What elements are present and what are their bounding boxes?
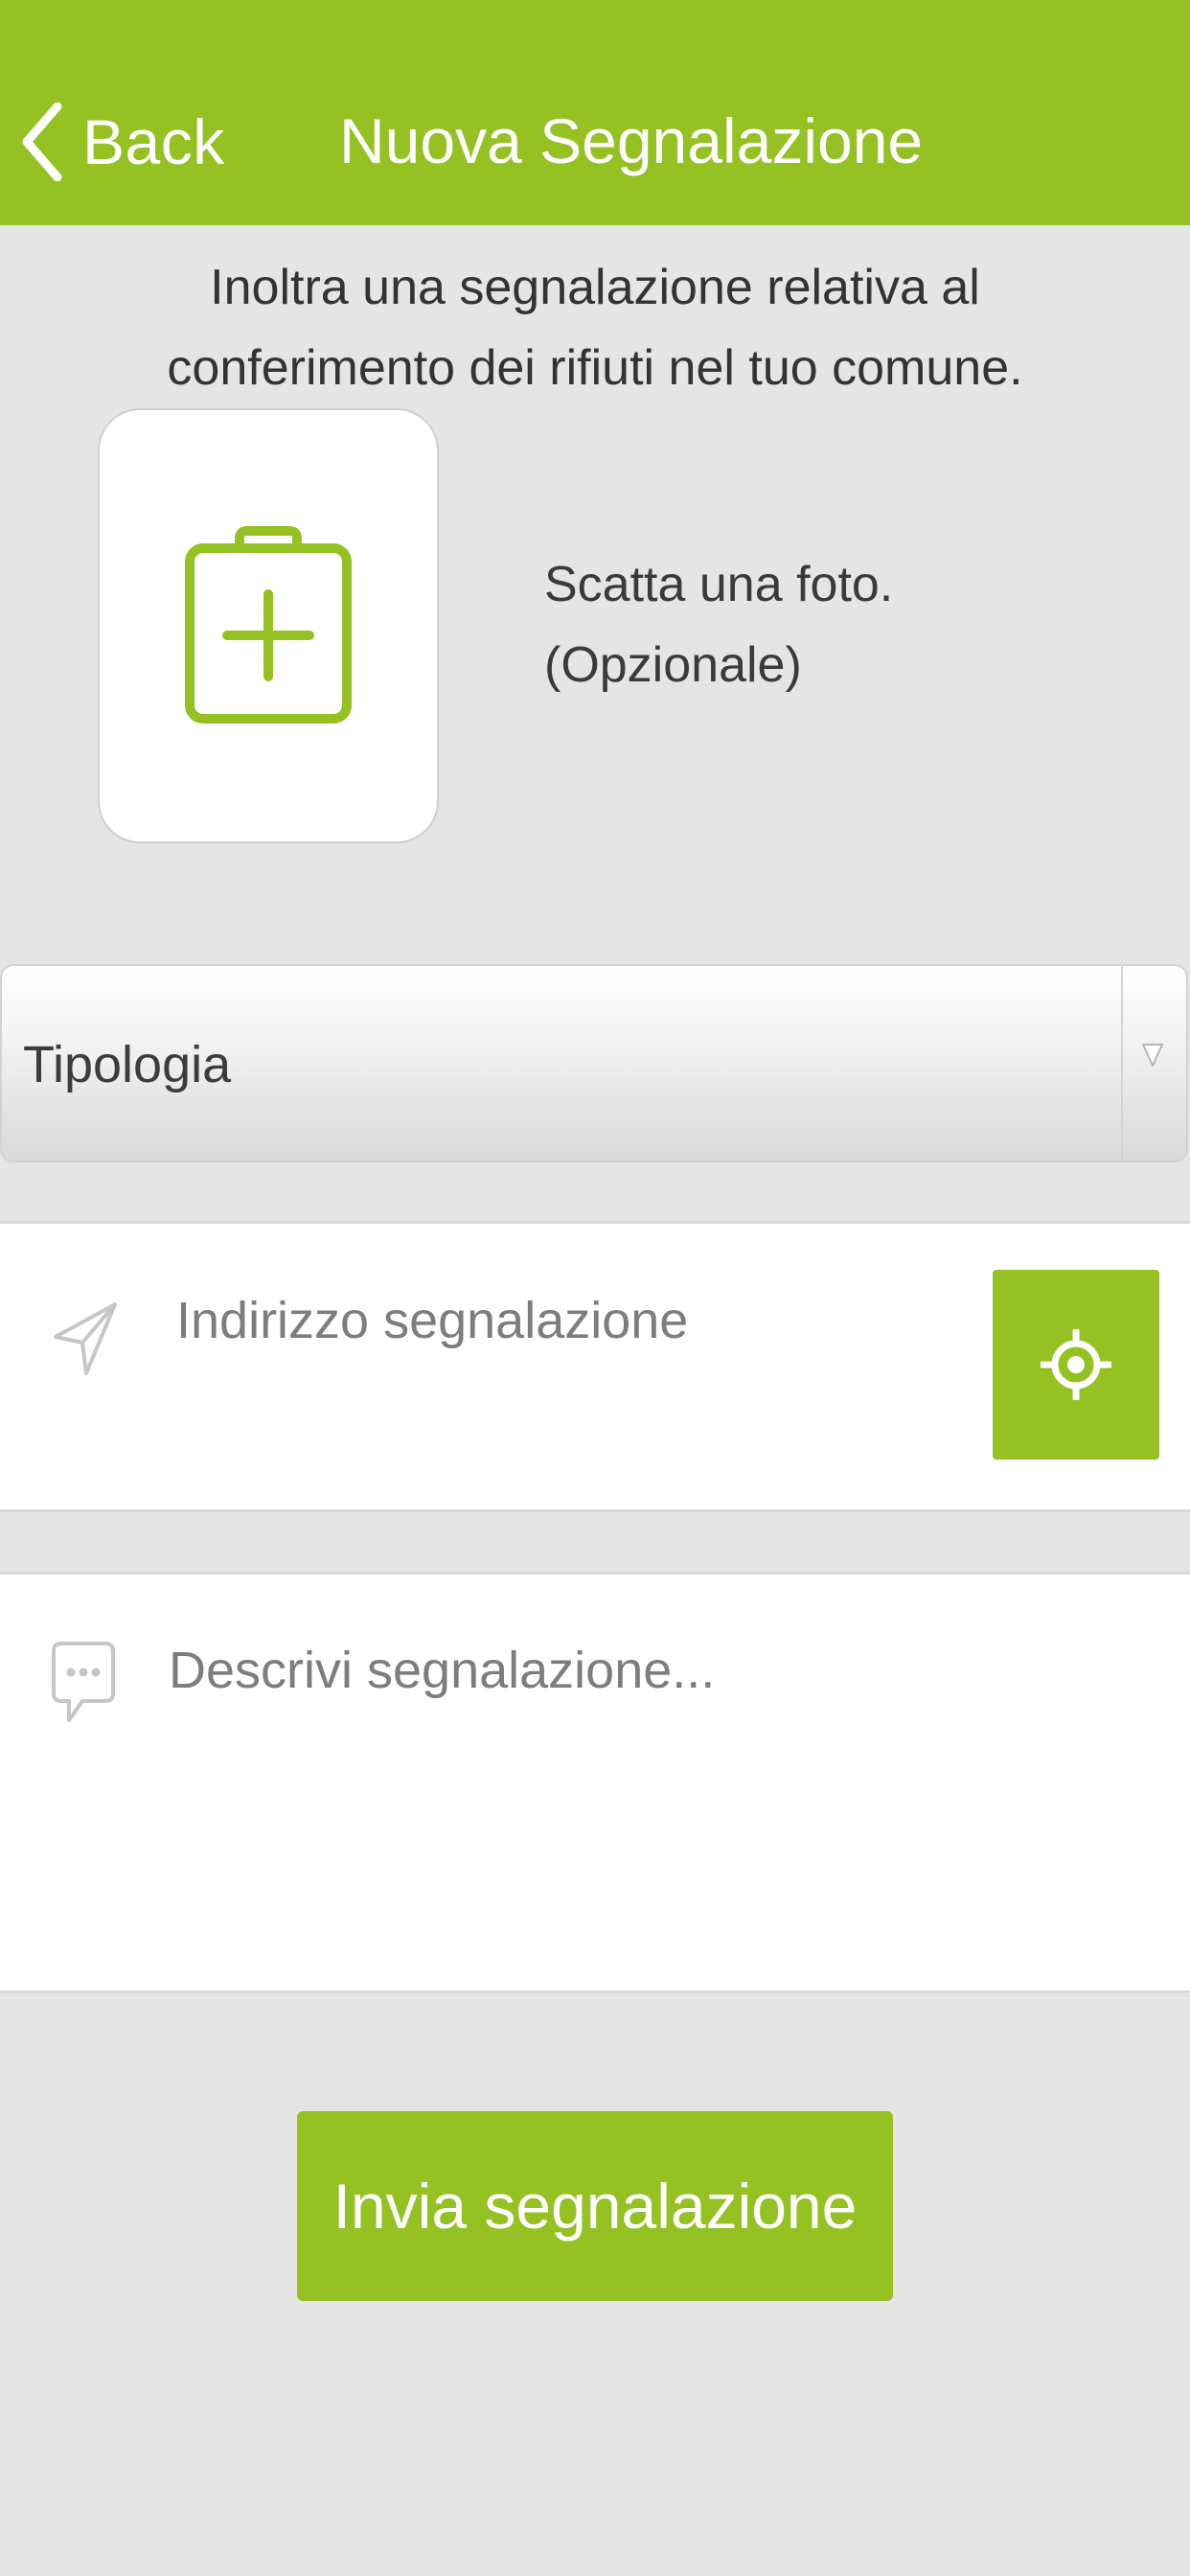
- navigation-arrow-icon: [54, 1302, 117, 1375]
- type-select-divider: [1121, 966, 1123, 1161]
- camera-add-icon: [185, 526, 352, 724]
- add-photo-button[interactable]: [98, 408, 439, 843]
- back-label: Back: [82, 105, 225, 177]
- intro-text: Inoltra una segnalazione relativa al con…: [0, 247, 1190, 408]
- address-panel: [0, 1221, 1190, 1512]
- intro-line-2: conferimento dei rifiuti nel tuo comune.: [167, 340, 1023, 396]
- chat-bubble-icon: [52, 1642, 115, 1722]
- header-bar: Back Nuova Segnalazione: [0, 0, 1190, 225]
- back-button[interactable]: Back: [21, 91, 225, 192]
- description-input[interactable]: [169, 1640, 1146, 1946]
- intro-line-1: Inoltra una segnalazione relativa al: [210, 260, 980, 315]
- chevron-down-icon: [1142, 1044, 1163, 1067]
- locate-button[interactable]: [993, 1270, 1159, 1460]
- type-select[interactable]: Tipologia: [0, 964, 1188, 1162]
- submit-button[interactable]: Invia segnalazione: [297, 2111, 893, 2301]
- address-input[interactable]: [176, 1277, 962, 1364]
- photo-hint: Scatta una foto. (Opzionale): [544, 544, 893, 705]
- page-title: Nuova Segnalazione: [339, 105, 924, 176]
- photo-hint-line-1: Scatta una foto.: [544, 557, 894, 612]
- chevron-left-icon: [22, 102, 62, 181]
- crosshair-icon: [1041, 1329, 1111, 1400]
- description-panel: [0, 1572, 1190, 1993]
- type-select-value: Tipologia: [23, 1036, 232, 1093]
- photo-hint-line-2: (Opzionale): [544, 637, 802, 693]
